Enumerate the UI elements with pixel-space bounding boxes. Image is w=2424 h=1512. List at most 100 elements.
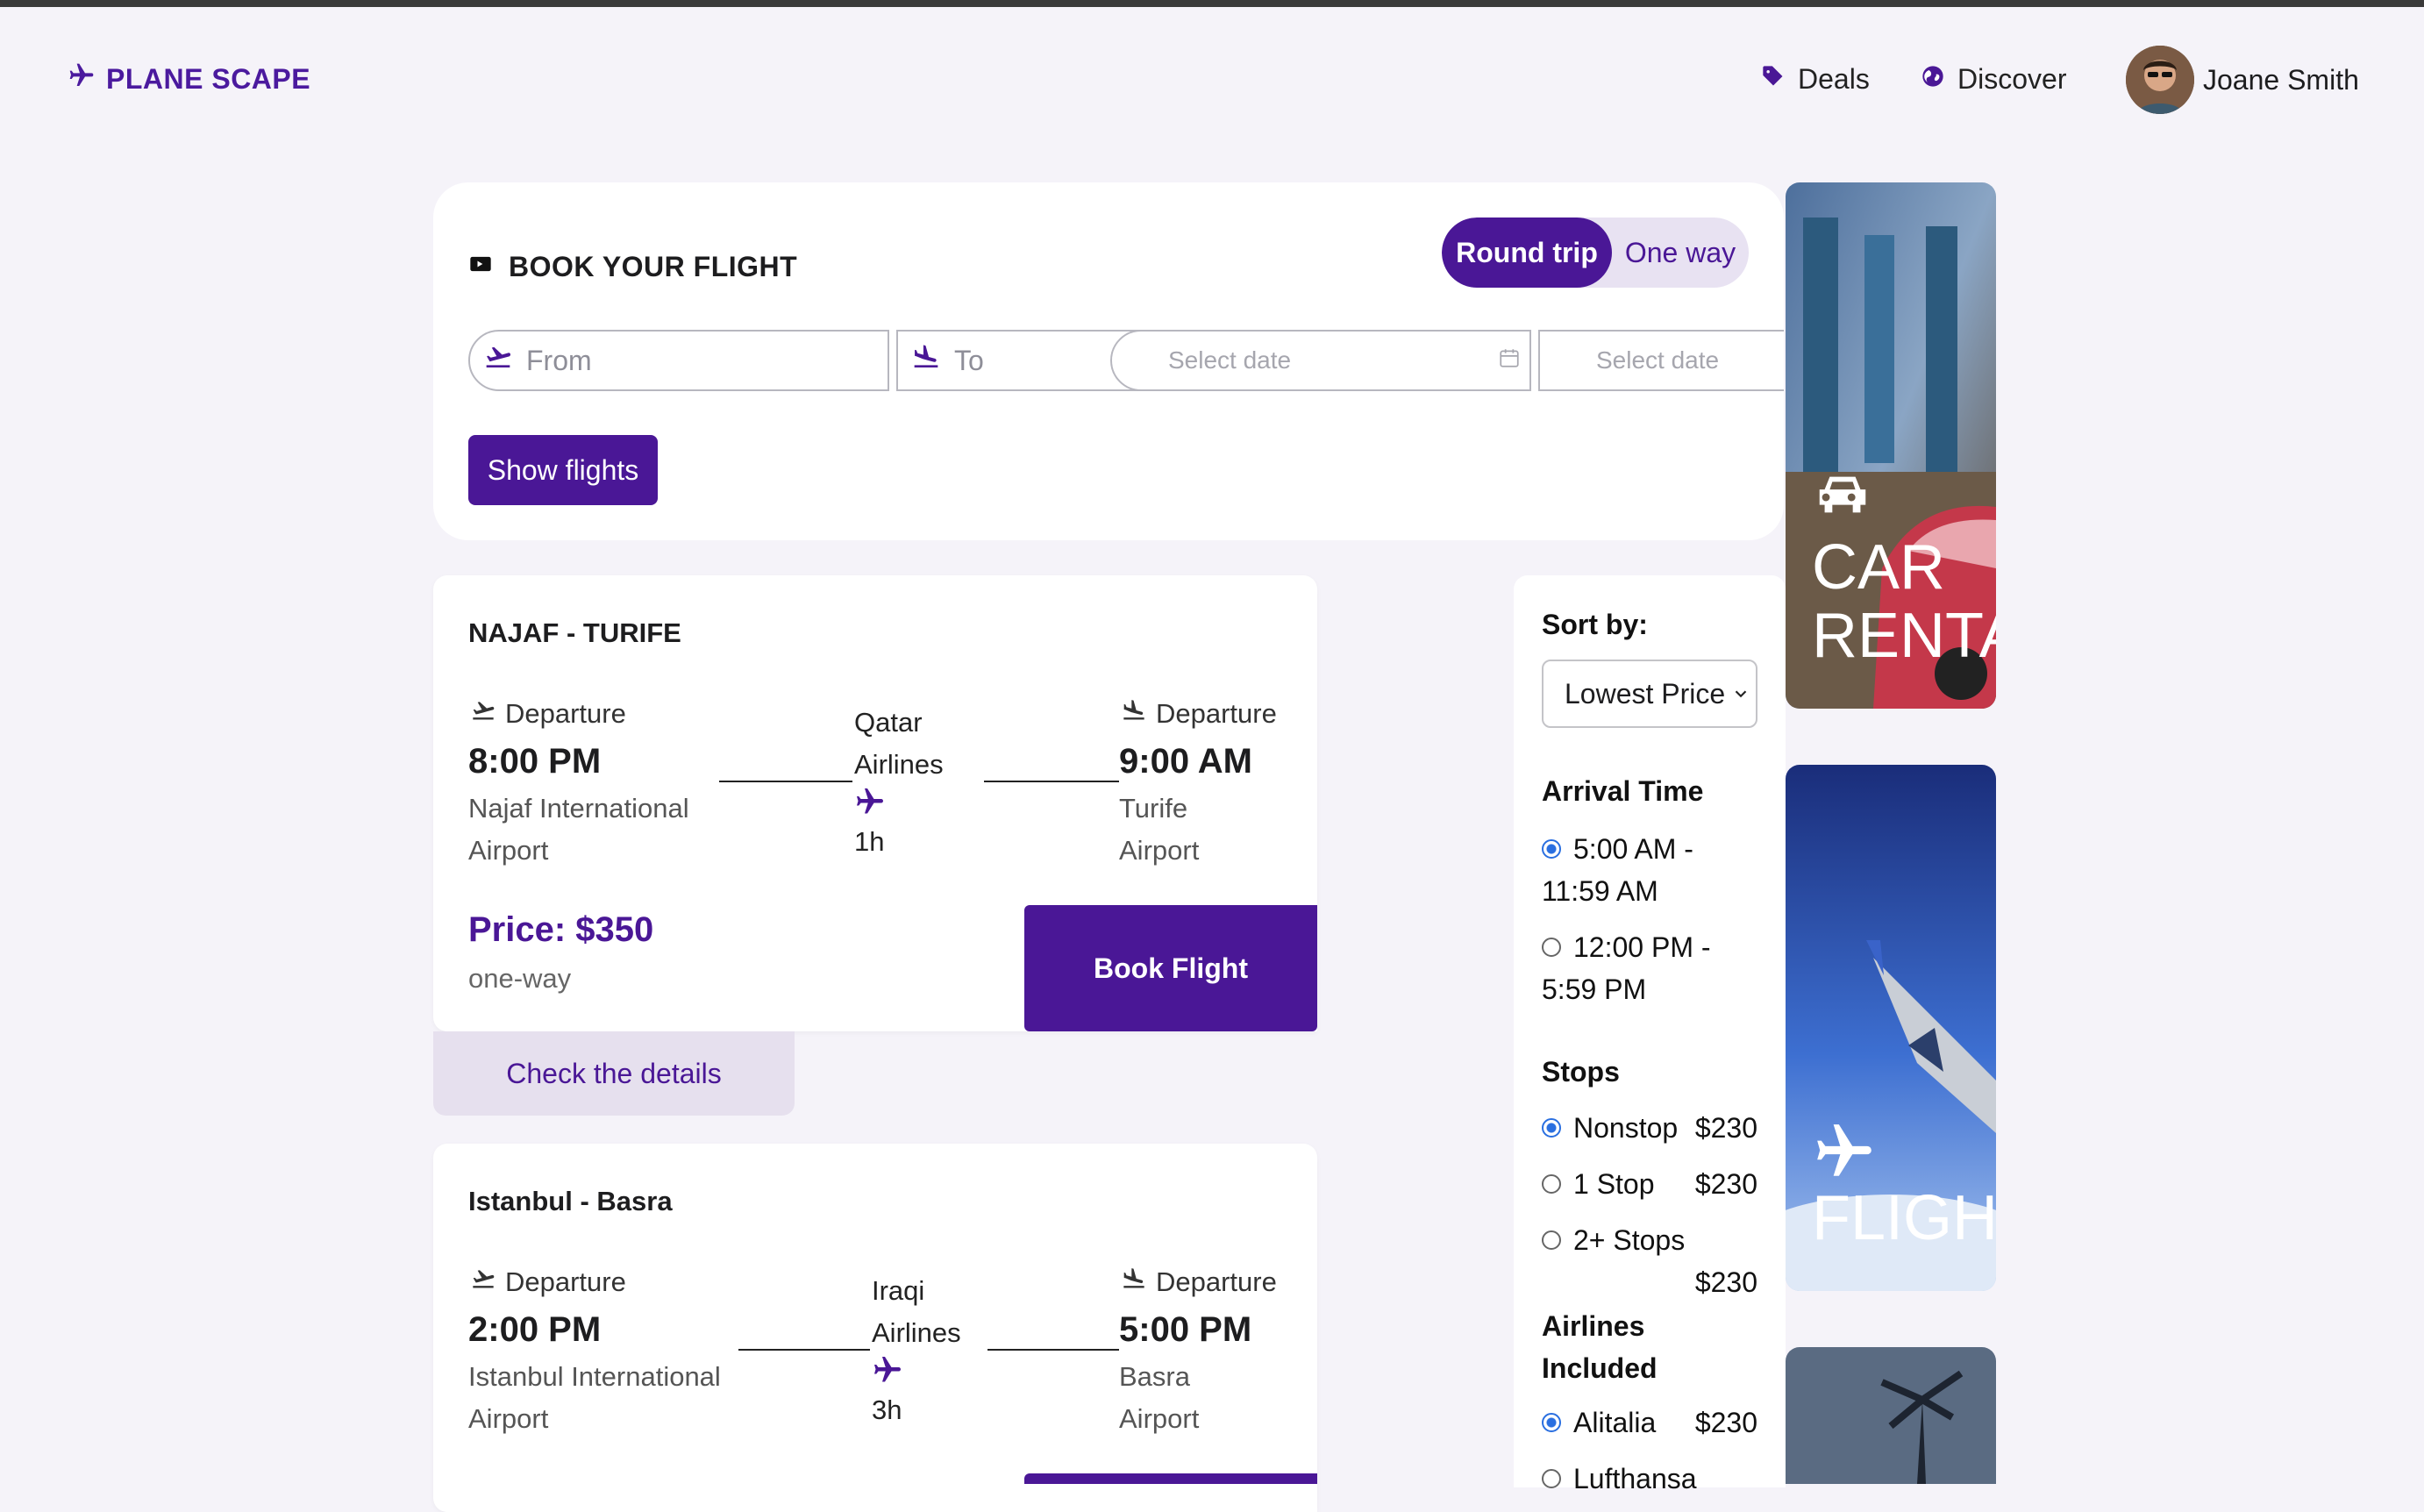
departure-label-text: Departure: [505, 1266, 626, 1297]
arrival-option[interactable]: 12:00 PM - 5:59 PM: [1542, 926, 1711, 1010]
arrival-airport-line1: Basra: [1119, 1361, 1190, 1392]
sort-select[interactable]: Lowest Price: [1542, 660, 1757, 728]
departure-date-placeholder: Select date: [1168, 346, 1292, 374]
radio-button[interactable]: [1542, 839, 1561, 859]
hotels-card[interactable]: [1786, 1347, 1996, 1484]
arrival-time: 9:00 AM: [1119, 742, 1252, 781]
flight-route: NAJAF - TURIFE: [468, 617, 681, 648]
check-details-button[interactable]: Check the details: [433, 1031, 795, 1116]
sort-label: Sort by:: [1542, 609, 1648, 640]
arrival-option-line1: 5:00 AM -: [1573, 833, 1693, 865]
airline-option-label: Lufthansa: [1573, 1463, 1697, 1494]
radio-button[interactable]: [1542, 1174, 1561, 1194]
airlines-title-line2: Included: [1542, 1352, 1658, 1384]
book-flight-button[interactable]: [1024, 1473, 1317, 1484]
airplane-icon: [68, 61, 96, 96]
stop-option-label: Nonstop: [1573, 1112, 1679, 1144]
departure-date-field[interactable]: Select date: [1110, 330, 1531, 391]
airlines-title: Airlines Included: [1542, 1305, 1658, 1389]
arrival-label-text: Departure: [1156, 698, 1277, 729]
round-trip-option[interactable]: Round trip: [1442, 218, 1612, 288]
airplane-icon: [872, 1354, 961, 1389]
booking-title-text: BOOK YOUR FLIGHT: [509, 251, 798, 282]
arrival-time: 5:00 PM: [1119, 1310, 1252, 1349]
nav-deals[interactable]: Deals: [1761, 63, 1870, 96]
flight-duration: 3h: [872, 1394, 902, 1425]
price-note: one-way: [468, 963, 572, 994]
ticket-icon: [468, 251, 493, 283]
departure-label-text: Departure: [505, 698, 626, 729]
radio-button[interactable]: [1542, 938, 1561, 957]
show-flights-button[interactable]: Show flights: [468, 435, 658, 505]
airlines-title-line1: Airlines: [1542, 1310, 1645, 1342]
stop-option-price: $230: [1694, 1168, 1757, 1200]
car-rentals-title: CAR RENTALS: [1812, 533, 1996, 670]
departure-airport-line2: Airport: [468, 1403, 549, 1434]
departure-airport-line1: Istanbul International: [468, 1361, 721, 1392]
departure-label: Departure: [468, 698, 626, 730]
arrival-airport: Turife Airport: [1119, 788, 1199, 872]
avatar[interactable]: [2126, 46, 2194, 114]
stop-option-price: $230: [1694, 1112, 1757, 1144]
to-field[interactable]: To: [896, 330, 1142, 391]
radio-button[interactable]: [1542, 1230, 1561, 1250]
stop-option-label: 1 Stop: [1573, 1168, 1655, 1200]
car-rentals-card[interactable]: CAR RENTALS: [1786, 182, 1996, 709]
flight-route: Istanbul - Basra: [468, 1186, 673, 1216]
globe-icon: [1921, 63, 1945, 96]
arrival-option-line2: 5:59 PM: [1542, 974, 1647, 1005]
airline-option[interactable]: Alitalia $230: [1542, 1401, 1757, 1444]
arrival-airport-line2: Airport: [1119, 835, 1200, 866]
route-line-left: [719, 781, 852, 782]
car-icon: [1812, 468, 1873, 525]
flight-duration: 1h: [854, 826, 885, 857]
book-flight-button[interactable]: Book Flight: [1024, 905, 1317, 1031]
route-line-right: [984, 781, 1119, 782]
stop-option-price: $230: [1694, 1266, 1757, 1298]
radio-button[interactable]: [1542, 1118, 1561, 1138]
arrival-option[interactable]: 5:00 AM - 11:59 AM: [1542, 828, 1693, 912]
trip-type-toggle[interactable]: Round trip One way: [1442, 218, 1749, 288]
return-date-placeholder: Select date: [1596, 346, 1720, 374]
stop-option-label: 2+ Stops: [1573, 1224, 1686, 1256]
from-field[interactable]: From: [468, 330, 889, 391]
sort-value: Lowest Price: [1565, 677, 1726, 710]
airline-line1: Iraqi: [872, 1275, 925, 1306]
car-rentals-title-line2: RENTALS: [1812, 601, 1996, 671]
airline-option[interactable]: Lufthansa: [1542, 1458, 1757, 1500]
logo[interactable]: PLANE SCAPE: [68, 61, 310, 96]
palm-trees-image: [1786, 1347, 1996, 1484]
airline-line2: Airlines: [872, 1317, 961, 1348]
flights-title: FLIGHTS: [1812, 1183, 1996, 1253]
departure-time: 8:00 PM: [468, 742, 602, 781]
return-date-field[interactable]: Select date: [1538, 330, 1784, 391]
landing-icon: [1119, 1266, 1149, 1298]
route-line-left: [738, 1349, 870, 1351]
airplane-icon: [1812, 1119, 1877, 1188]
departure-airport-line1: Najaf International: [468, 793, 689, 824]
arrival-airport: Basra Airport: [1119, 1356, 1199, 1440]
window-top-bar: [0, 0, 2424, 7]
flights-card[interactable]: FLIGHTS: [1786, 765, 1996, 1291]
car-rentals-title-line1: CAR: [1812, 532, 1946, 603]
arrival-option-line1: 12:00 PM -: [1573, 931, 1711, 963]
nav-deals-label: Deals: [1798, 63, 1870, 95]
departure-airport-line2: Airport: [468, 835, 549, 866]
stop-option[interactable]: 1 Stop $230: [1542, 1163, 1757, 1205]
stop-option[interactable]: Nonstop $230: [1542, 1107, 1757, 1149]
one-way-option[interactable]: One way: [1612, 218, 1749, 288]
arrival-option-line2: 11:59 AM: [1542, 875, 1658, 907]
tag-icon: [1761, 63, 1786, 96]
radio-button[interactable]: [1542, 1469, 1561, 1488]
stop-option[interactable]: 2+ Stops $230: [1542, 1219, 1757, 1303]
nav-discover-label: Discover: [1957, 63, 2067, 95]
landing-icon: [1119, 698, 1149, 730]
takeoff-icon: [482, 343, 514, 378]
departure-label: Departure: [468, 1266, 626, 1298]
user-menu[interactable]: Joane Smith: [2126, 46, 2359, 114]
airline-option-label: Alitalia: [1573, 1407, 1657, 1438]
nav-discover[interactable]: Discover: [1921, 63, 2066, 96]
takeoff-icon: [468, 698, 498, 730]
radio-button[interactable]: [1542, 1413, 1561, 1432]
airline-info: Qatar Airlines 1h: [854, 702, 944, 863]
